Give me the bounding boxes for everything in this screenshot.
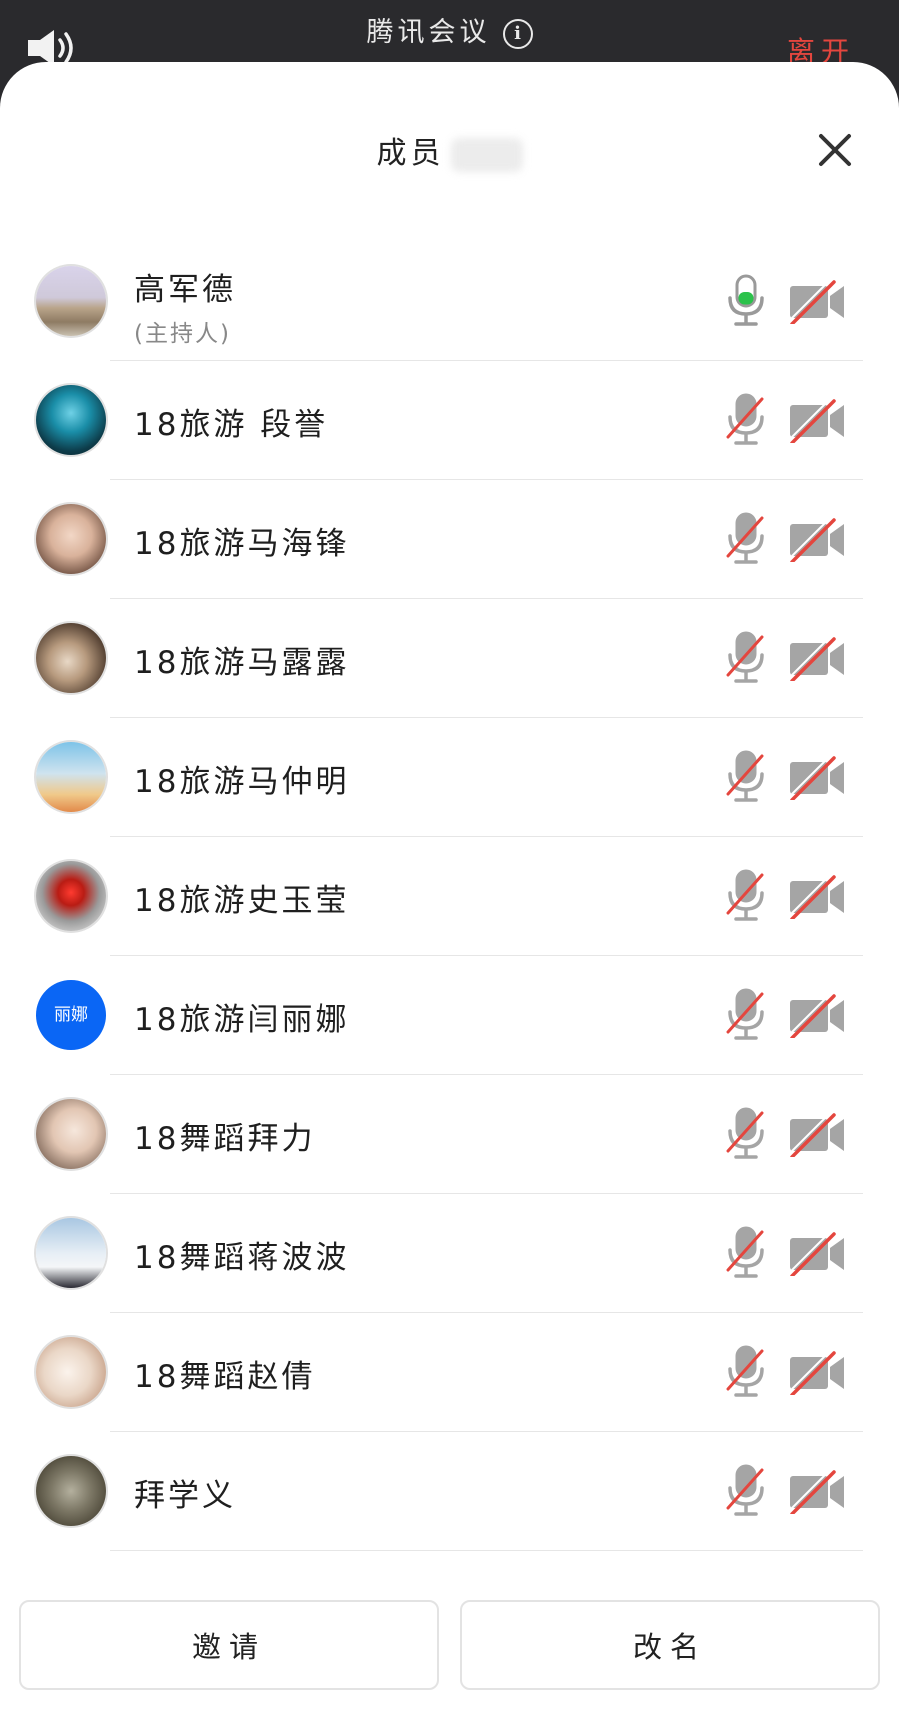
microphone-muted-icon[interactable]: [724, 631, 768, 685]
avatar: 丽娜: [36, 980, 106, 1050]
avatar: [36, 1337, 106, 1407]
microphone-muted-icon[interactable]: [724, 393, 768, 447]
sheet-title: 成员: [0, 128, 899, 172]
member-row[interactable]: 18旅游马露露: [0, 599, 899, 718]
member-row[interactable]: 18舞蹈拜力: [0, 1075, 899, 1194]
camera-off-icon[interactable]: [788, 1232, 846, 1276]
microphone-muted-icon[interactable]: [724, 512, 768, 566]
member-count-redacted: [450, 137, 523, 172]
member-role: (主持人): [134, 321, 231, 347]
microphone-icon[interactable]: [724, 274, 768, 328]
member-name: 18舞蹈拜力: [134, 1121, 316, 1157]
top-bar: 腾讯会议 i 离开: [0, 0, 899, 70]
member-name: 18旅游马海锋: [134, 526, 350, 562]
member-name: 18旅游闫丽娜: [134, 1002, 350, 1038]
avatar: [36, 1456, 106, 1526]
microphone-muted-icon[interactable]: [724, 1464, 768, 1518]
microphone-muted-icon[interactable]: [724, 869, 768, 923]
avatar: [36, 266, 106, 336]
avatar: [36, 623, 106, 693]
avatar: [36, 861, 106, 931]
member-row[interactable]: 18旅游马仲明: [0, 718, 899, 837]
member-name: 18旅游马仲明: [134, 764, 350, 800]
members-sheet: 成员 高军德 (主持人) 18旅游 段誉 18旅游马海锋 18旅游马露露 18旅…: [0, 62, 899, 1734]
member-row[interactable]: 18舞蹈赵倩: [0, 1313, 899, 1432]
member-name: 18旅游 段誉: [134, 407, 329, 443]
member-name: 18舞蹈赵倩: [134, 1359, 316, 1395]
camera-off-icon[interactable]: [788, 875, 846, 919]
microphone-muted-icon[interactable]: [724, 1107, 768, 1161]
member-name: 18旅游史玉莹: [134, 883, 350, 919]
microphone-muted-icon[interactable]: [724, 1345, 768, 1399]
camera-off-icon[interactable]: [788, 637, 846, 681]
member-row[interactable]: 拜学义: [0, 1432, 899, 1551]
microphone-muted-icon[interactable]: [724, 750, 768, 804]
avatar: [36, 385, 106, 455]
camera-off-icon[interactable]: [788, 518, 846, 562]
avatar: [36, 1218, 106, 1288]
avatar: [36, 1099, 106, 1169]
camera-off-icon[interactable]: [788, 1113, 846, 1157]
member-row[interactable]: 丽娜 18旅游闫丽娜: [0, 956, 899, 1075]
camera-off-icon[interactable]: [788, 994, 846, 1038]
camera-off-icon[interactable]: [788, 756, 846, 800]
row-divider: [110, 1550, 863, 1551]
member-row[interactable]: 18旅游 段誉: [0, 361, 899, 480]
camera-off-icon[interactable]: [788, 280, 846, 324]
microphone-muted-icon[interactable]: [724, 1226, 768, 1280]
member-row[interactable]: 高军德 (主持人): [0, 242, 899, 361]
member-name: 18旅游马露露: [134, 645, 350, 681]
member-row[interactable]: 18舞蹈蒋波波: [0, 1194, 899, 1313]
sheet-header: 成员: [0, 62, 899, 232]
app-title-text: 腾讯会议: [366, 17, 491, 48]
member-name: 高军德: [134, 272, 236, 308]
rename-button[interactable]: 改名: [460, 1600, 880, 1690]
avatar: [36, 742, 106, 812]
member-row[interactable]: 18旅游史玉莹: [0, 837, 899, 956]
invite-button[interactable]: 邀请: [19, 1600, 439, 1690]
camera-off-icon[interactable]: [788, 1351, 846, 1395]
footer-bar: 邀请 改名: [0, 1578, 899, 1734]
avatar: [36, 504, 106, 574]
member-row[interactable]: 18旅游马海锋: [0, 480, 899, 599]
info-icon[interactable]: i: [502, 19, 533, 49]
camera-off-icon[interactable]: [788, 399, 846, 443]
camera-off-icon[interactable]: [788, 1470, 846, 1514]
app-title: 腾讯会议 i: [0, 10, 899, 49]
close-icon[interactable]: [815, 130, 855, 170]
sheet-title-text: 成员: [376, 136, 445, 171]
member-name: 拜学义: [134, 1478, 236, 1514]
member-list: 高军德 (主持人) 18旅游 段誉 18旅游马海锋 18旅游马露露 18旅游马仲明: [0, 242, 899, 1551]
member-name: 18舞蹈蒋波波: [134, 1240, 350, 1276]
microphone-muted-icon[interactable]: [724, 988, 768, 1042]
